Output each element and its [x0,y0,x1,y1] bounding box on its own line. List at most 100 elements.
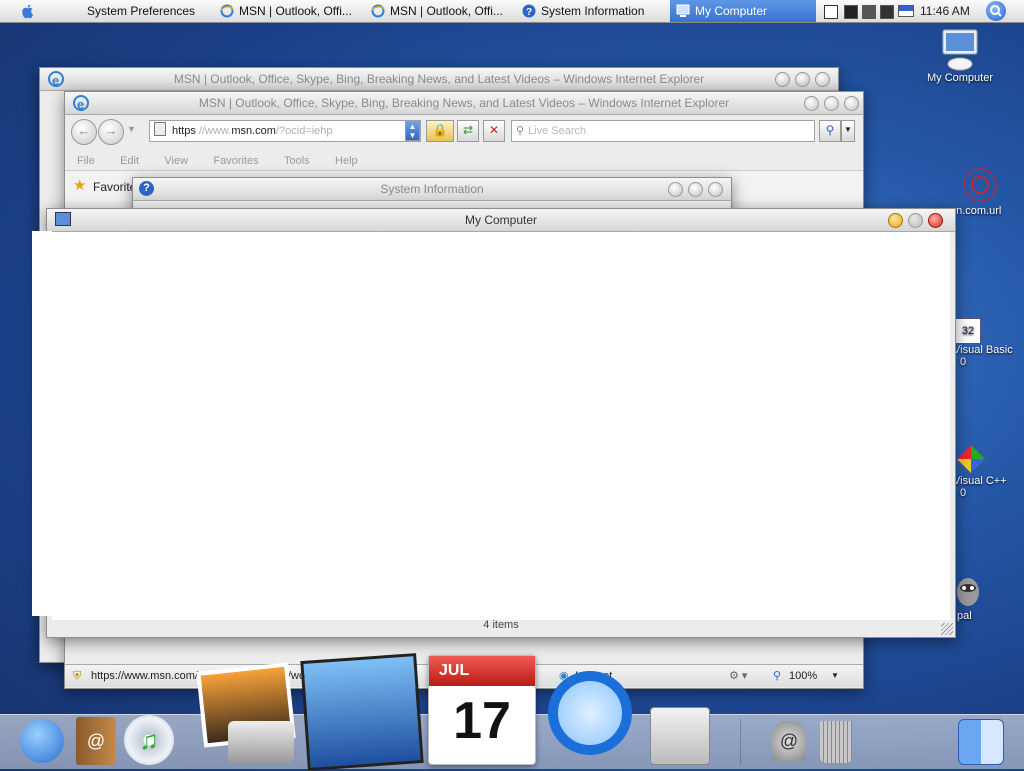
minimize-button[interactable] [775,72,790,87]
protected-mode-icon[interactable]: ⚙ ▾ [729,665,747,687]
menu-file[interactable]: File [77,155,95,167]
page-icon [154,122,166,136]
desktop-icon-sublabel: 0 [960,356,967,368]
svg-text:?: ? [526,7,532,18]
zoom-button[interactable] [795,72,810,87]
clock[interactable]: 11:46 AM [920,0,970,22]
dock: @ ♫ JUL 17 @ [0,653,1024,771]
close-button[interactable] [928,213,943,228]
help-icon: ? [139,181,154,196]
vcpp-icon [955,443,987,475]
address-dropdown-button[interactable]: ▲ ▼ [405,121,420,141]
zoom-dropdown-icon[interactable]: ▼ [831,665,839,687]
close-button[interactable] [815,72,830,87]
desktop-icon-sublabel: 0 [960,487,967,499]
my-computer-titlebar[interactable]: My Computer [47,209,955,232]
display-icon[interactable] [880,5,894,19]
desktop-icon-visual-cpp[interactable]: Visual C++ 0 [953,443,1024,499]
zoom-icon[interactable]: ⚲ [773,665,781,687]
ie-icon [371,3,385,18]
menu-help[interactable]: Help [335,155,358,167]
my-computer-content[interactable] [52,232,950,620]
apple-logo-icon[interactable] [20,3,36,19]
trash-icon[interactable] [820,721,852,763]
taskbar: System Preferences MSN | Outlook, Offi..… [0,0,1024,23]
ichat-icon[interactable] [20,719,64,763]
window-title: MSN | Outlook, Office, Skype, Bing, Brea… [173,72,705,86]
sysinfo-titlebar[interactable]: ? System Information [133,178,731,201]
minimize-button[interactable] [668,182,683,197]
desktop-icon-label: My Computer [926,72,994,84]
taskbar-item-system-preferences[interactable]: System Preferences [87,0,207,22]
search-placeholder: Live Search [528,125,587,137]
ie-back-titlebar[interactable]: MSN | Outlook, Office, Skype, Bing, Brea… [40,68,838,92]
raccoon-icon [953,570,983,610]
menu-edit[interactable]: Edit [120,155,139,167]
close-button[interactable] [844,96,859,111]
address-host: msn.com [231,125,276,137]
history-dropdown-icon[interactable]: ▼ [127,124,136,134]
taskbar-item-label: System Preferences [87,4,196,18]
taskbar-item-my-computer[interactable]: My Computer [670,0,816,22]
computer-icon [55,212,71,226]
finder-icon[interactable] [958,719,1004,765]
ical-icon[interactable]: JUL 17 [428,655,536,765]
desktop-icon-my-computer[interactable]: My Computer [915,28,1005,84]
zoom-button[interactable] [824,96,839,111]
status-url: https://www.msn.com/en [91,670,211,682]
back-button[interactable]: ← [71,119,97,145]
my-computer-window[interactable]: My Computer 4 items [46,208,956,638]
taskbar-item-msn-2[interactable]: MSN | Outlook, Offi... [371,0,511,22]
search-options-button[interactable]: ▼ [841,120,855,142]
monitor-icon [940,28,980,72]
menu-view[interactable]: View [164,155,188,167]
minimize-button[interactable] [888,213,903,228]
menu-favorites[interactable]: Favorites [213,155,258,167]
desktop-icon-label: pal [957,610,972,622]
minimize-button[interactable] [804,96,819,111]
zoom-button[interactable] [908,213,923,228]
keyboard-icon[interactable] [824,5,838,19]
search-go-button[interactable]: ⚲ [819,120,841,142]
flag-icon[interactable] [898,5,914,17]
taskbar-item-system-information[interactable]: ? System Information [522,0,662,22]
address-query: /?ocid=iehp [275,125,333,137]
spotlight-icon[interactable] [986,1,1006,21]
favorites-button[interactable]: Favorite [93,180,136,194]
url-icon [960,165,1000,205]
refresh-button[interactable]: ⇄ [457,120,479,142]
itunes-icon[interactable]: ♫ [124,715,174,765]
ie-front-titlebar[interactable]: MSN | Outlook, Office, Skype, Bing, Brea… [65,92,863,116]
address-book-icon[interactable]: @ [76,717,116,765]
ie-menu-bar: File Edit View Favorites Tools Help [77,153,380,167]
window-title: System Information [380,182,484,196]
zoom-level[interactable]: 100% [789,665,817,687]
battery-icon[interactable] [844,5,858,19]
taskbar-item-label: My Computer [695,4,768,18]
system-preferences-icon[interactable] [650,707,710,765]
mail-icon[interactable]: @ [772,721,806,761]
stop-button[interactable]: ✕ [483,120,505,142]
taskbar-item-msn-1[interactable]: MSN | Outlook, Offi... [220,0,360,22]
search-small-icon: ⚲ [516,125,525,137]
menu-tools[interactable]: Tools [284,155,310,167]
forward-button[interactable]: → [98,119,124,145]
zoom-button[interactable] [688,182,703,197]
ie-icon [73,94,89,116]
resize-grip-icon[interactable] [941,623,953,635]
volume-icon[interactable] [862,5,876,19]
quicktime-icon[interactable] [548,671,632,755]
content-overflow [32,231,52,616]
imovie-icon[interactable] [300,653,424,771]
close-button[interactable] [708,182,723,197]
taskbar-item-label: MSN | Outlook, Offi... [390,4,503,18]
desktop-icon-pal[interactable]: pal [953,570,1024,622]
camera-icon[interactable] [228,721,294,763]
lock-icon[interactable]: 🔒 [426,120,454,142]
desktop-icon-visual-basic[interactable]: 32 Visual Basic 0 [953,318,1024,368]
favorites-star-icon[interactable]: ★ [73,176,86,194]
address-bar[interactable]: https //www.msn.com/?ocid=iehp [149,120,421,142]
vb-icon: 32 [955,318,981,344]
search-input[interactable]: ⚲ Live Search [511,120,815,142]
ie-icon [220,3,234,18]
